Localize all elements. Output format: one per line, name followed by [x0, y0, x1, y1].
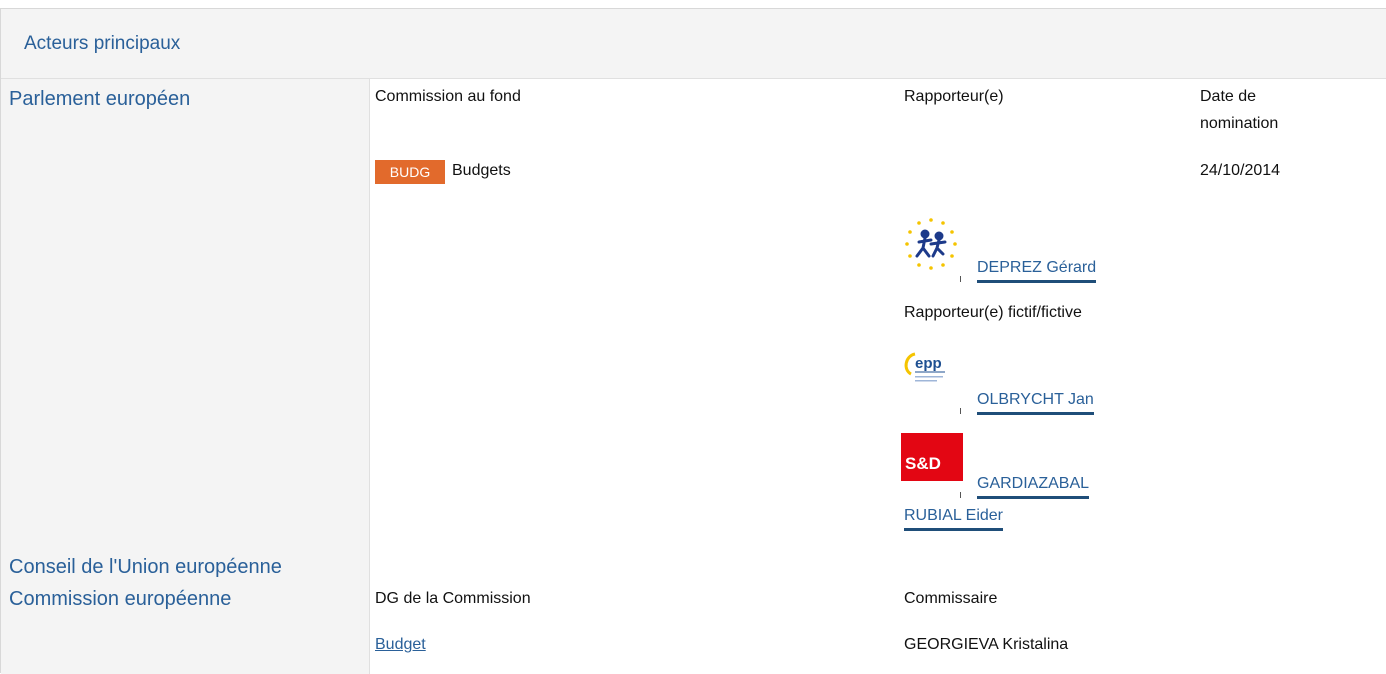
shadow-rapporteur-label: Rapporteur(e) fictif/fictive: [904, 304, 1082, 321]
divider: [960, 492, 961, 498]
actor-council: Conseil de l'Union européenne: [9, 556, 282, 578]
header-date-line2: nomination: [1200, 115, 1279, 132]
commissioner-name: GEORGIEVA Kristalina: [904, 636, 1069, 653]
header-commissioner: Commissaire: [904, 590, 998, 607]
rapporteur-link[interactable]: DEPREZ Gérard: [977, 258, 1097, 283]
actors-column: [1, 79, 370, 674]
divider: [960, 408, 961, 414]
header-rapporteur: Rapporteur(e): [904, 88, 1004, 105]
actor-parliament: Parlement européen: [9, 88, 191, 110]
committee-name: Budgets: [452, 162, 511, 179]
divider: [960, 276, 961, 282]
panel-header: Acteurs principaux: [1, 9, 1386, 79]
panel-title: Acteurs principaux: [24, 33, 181, 54]
nomination-date: 24/10/2014: [1200, 162, 1281, 179]
shadow-rapporteur-link-olbrycht[interactable]: OLBRYCHT Jan: [977, 390, 1094, 415]
actor-commission: Commission européenne: [9, 588, 232, 610]
header-dg: DG de la Commission: [375, 590, 531, 607]
epp-logo-icon: epp: [904, 352, 945, 382]
header-date-line1: Date de: [1200, 88, 1257, 105]
committee-badge: BUDG: [375, 160, 445, 184]
shadow-rapporteur-link-gardiazabal-line1[interactable]: GARDIAZABAL: [977, 474, 1090, 499]
dg-budget-link[interactable]: Budget: [375, 636, 426, 654]
svg-text:S&D: S&D: [905, 454, 941, 473]
header-committee: Commission au fond: [375, 88, 521, 105]
svg-text:epp: epp: [915, 355, 942, 372]
shadow-rapporteur-link-gardiazabal-line2[interactable]: RUBIAL Eider: [904, 506, 1003, 531]
sd-logo-icon: S&D: [901, 433, 963, 481]
alde-logo-icon: [905, 218, 957, 270]
